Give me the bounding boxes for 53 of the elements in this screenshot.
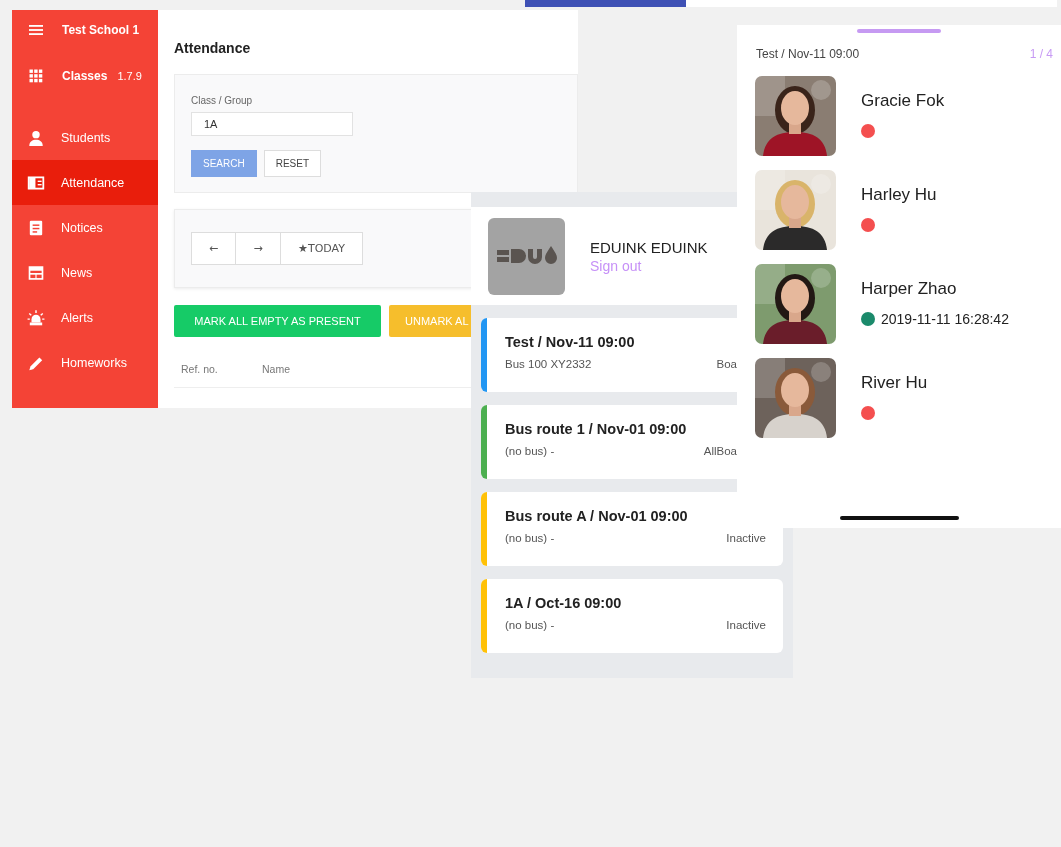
trip-status: Boa <box>716 358 737 370</box>
field-label: Class / Group <box>191 95 253 106</box>
sign-out-link[interactable]: Sign out <box>590 257 708 274</box>
sidebar-item[interactable]: Alerts <box>12 295 158 340</box>
student-name: Harper Zhao <box>861 279 958 299</box>
trip-card[interactable]: Test / Nov-11 09:00 Bus 100 XY2332 Boa <box>481 318 737 392</box>
trip-title: 1A / Oct-16 09:00 <box>505 595 623 611</box>
sidebar-item[interactable]: Notices <box>12 205 158 250</box>
trip-subtitle: (no bus) - <box>505 445 555 457</box>
sidebar-item[interactable]: News <box>12 250 158 295</box>
column-header: Name <box>262 363 291 375</box>
trip-title: Bus route 1 / Nov-01 09:00 <box>505 421 688 437</box>
sidebar-item[interactable]: Students <box>12 115 158 160</box>
user-name: EDUINK EDUINK <box>590 238 708 256</box>
trip-status: AllBoa <box>703 445 737 457</box>
student-name: Harley Hu <box>861 185 937 205</box>
grid-icon <box>28 68 44 84</box>
previous-button[interactable]: ← <box>191 232 236 265</box>
trip-card[interactable]: Bus route A / Nov-01 09:00 (no bus) - Inactive <box>481 492 783 566</box>
search-button[interactable]: SEARCH <box>191 150 257 177</box>
reset-button[interactable]: RESET <box>263 150 322 177</box>
person-icon <box>27 128 45 147</box>
column-header: Ref. no. <box>181 363 219 375</box>
logo-icon <box>488 217 565 295</box>
student-name: River Hu <box>861 373 928 393</box>
newspaper-icon <box>27 263 45 282</box>
alarm-light-icon <box>27 308 45 327</box>
student-name: Gracie Fok <box>861 91 945 111</box>
trip-title: Bus route A / Nov-01 09:00 <box>505 508 689 524</box>
class-field[interactable]: 1A <box>191 112 353 136</box>
sidebar-item[interactable]: Homeworks <box>12 340 158 385</box>
page-title: Attendance <box>174 40 252 56</box>
sidebar-item[interactable]: Attendance <box>12 160 158 205</box>
trip-card[interactable]: 1A / Oct-16 09:00 (no bus) - Inactive <box>481 579 783 653</box>
document-icon <box>27 218 45 237</box>
school-name: Test School 1 <box>62 23 140 37</box>
trip-subtitle: (no bus) - <box>505 619 555 631</box>
drag-handle[interactable] <box>857 29 941 33</box>
book-icon <box>27 173 45 192</box>
sidebar-item[interactable]: Classes <box>62 69 108 83</box>
today-button[interactable]: ★TODAY <box>281 232 363 265</box>
trip-status: Inactive <box>726 532 766 544</box>
trip-subtitle: Bus 100 XY2332 <box>505 358 592 370</box>
version-label: 1.7.9 <box>117 70 142 82</box>
trip-card[interactable]: Bus route 1 / Nov-01 09:00 (no bus) - AllBoa <box>481 405 737 479</box>
trip-title: Test / Nov-11 09:00 <box>756 47 860 61</box>
menu-icon <box>28 22 44 38</box>
trip-title: Test / Nov-11 09:00 <box>505 334 636 350</box>
next-button[interactable]: → <box>236 232 281 265</box>
page-counter: 1 / 4 <box>1029 47 1053 61</box>
trip-status: Inactive <box>726 619 766 631</box>
trip-subtitle: (no bus) - <box>505 532 555 544</box>
check-in-time: 2019-11-11 16:28:42 <box>881 311 1009 327</box>
